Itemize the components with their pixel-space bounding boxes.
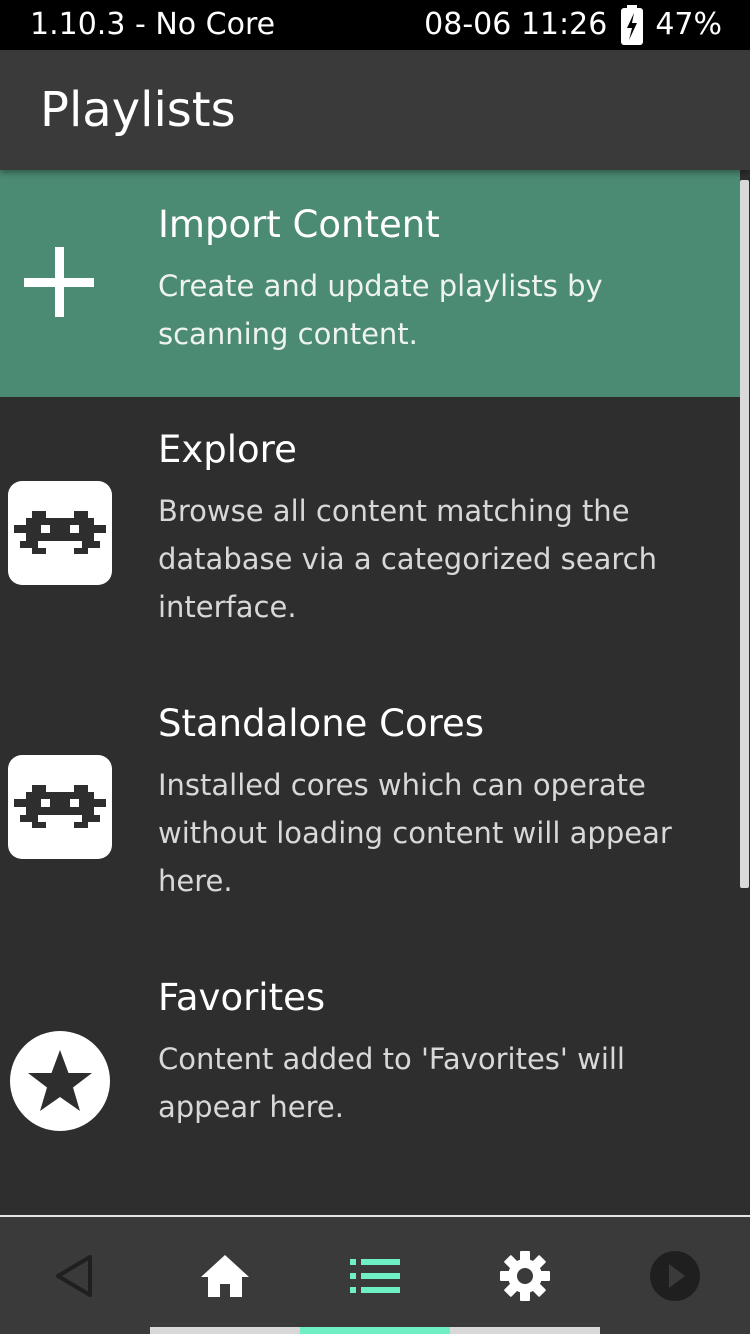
page-title: Playlists: [40, 82, 236, 138]
back-triangle-icon: [56, 1254, 92, 1297]
status-bar: 1.10.3 - No Core 08-06 11:26 47%: [0, 0, 750, 50]
menu-item-label: Standalone Cores: [158, 702, 485, 745]
play-circle-icon: [650, 1250, 700, 1301]
menu-item-label: Favorites: [158, 976, 326, 1019]
menu-item-sublabel: Installed cores which can operate withou…: [158, 768, 672, 898]
status-right: 08-06 11:26 47%: [424, 0, 722, 50]
app-version-status: 1.10.3 - No Core: [30, 7, 276, 42]
home-icon: [201, 1254, 249, 1297]
bottom-navigation: [0, 1215, 750, 1334]
menu-item-label: Import Content: [158, 203, 440, 246]
plus-icon: [24, 247, 94, 317]
menu-item-favorites[interactable]: Favorites Content added to 'Favorites' w…: [0, 945, 740, 1195]
battery-percent: 47%: [655, 7, 722, 42]
retroarch-invader-icon: [8, 481, 112, 585]
battery-charging-icon: [621, 5, 644, 45]
nav-home-button[interactable]: [150, 1217, 300, 1334]
gear-icon: [500, 1250, 550, 1301]
menu-item-standalone-cores[interactable]: Standalone Cores Installed cores which c…: [0, 671, 740, 945]
menu-item-label: Explore: [158, 428, 297, 471]
menu-item-import-content[interactable]: Import Content Create and update playlis…: [0, 170, 740, 397]
nav-back-button[interactable]: [0, 1217, 150, 1334]
nav-settings-button[interactable]: [450, 1217, 600, 1334]
menu-item-explore[interactable]: Explore Browse all content matching the …: [0, 397, 740, 671]
menu-item-sublabel: Content added to 'Favorites' will appear…: [158, 1042, 625, 1124]
nav-active-indicator: [300, 1327, 450, 1334]
retroarch-invader-icon: [8, 755, 112, 859]
nav-playlists-button[interactable]: [300, 1217, 450, 1334]
star-circle-icon: [10, 1031, 110, 1131]
menu-item-sublabel: Browse all content matching the database…: [158, 494, 657, 624]
menu-item-sublabel: Create and update playlists by scanning …: [158, 269, 603, 351]
scrollbar[interactable]: [740, 180, 749, 888]
title-bar: Playlists: [0, 50, 750, 170]
app-window: 1.10.3 - No Core 08-06 11:26 47% Playlis…: [0, 0, 750, 1334]
menu-list[interactable]: Import Content Create and update playlis…: [0, 170, 750, 1215]
list-icon: [350, 1258, 400, 1293]
nav-resume-button[interactable]: [600, 1217, 750, 1334]
datetime: 08-06 11:26: [424, 7, 608, 42]
